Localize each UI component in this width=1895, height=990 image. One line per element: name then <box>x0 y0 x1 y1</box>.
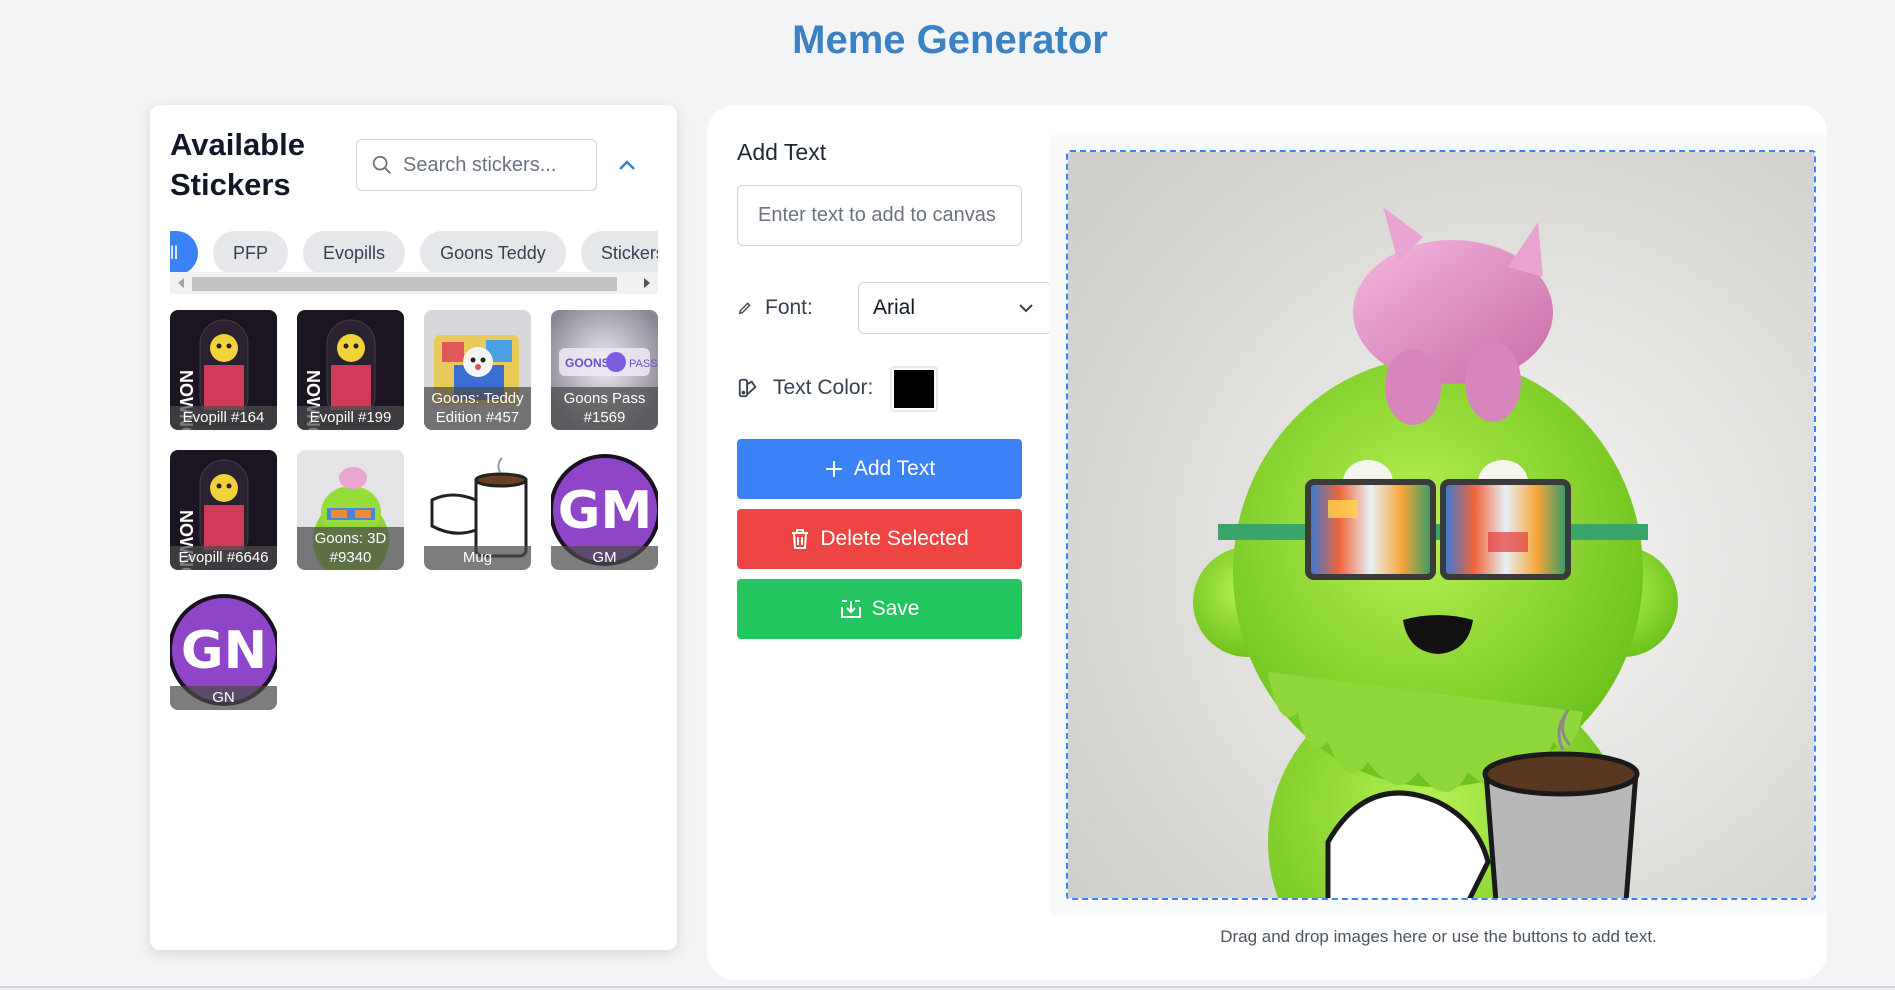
sticker-tile[interactable]: Goons: 3D #9340 <box>297 450 404 570</box>
category-chip-pfp[interactable]: PFP <box>213 231 289 275</box>
color-row: Text Color: <box>737 363 938 413</box>
font-label: Font: <box>765 296 813 319</box>
font-row: Font: Arial <box>737 282 1052 334</box>
font-select-value: Arial <box>873 296 916 319</box>
save-button[interactable]: Save <box>737 579 1022 639</box>
meme-canvas[interactable] <box>1066 150 1816 900</box>
sticker-tile[interactable]: GOONS PASS Goons Pass #1569 <box>551 310 658 430</box>
category-chip-goons-teddy[interactable]: Goons Teddy <box>420 231 566 275</box>
delete-selected-button-label: Delete Selected <box>820 527 969 550</box>
svg-text:GN: GN <box>181 621 267 681</box>
palette-icon <box>738 378 757 398</box>
category-chip-stickers[interactable]: Stickers <box>580 231 658 275</box>
category-scrollbar[interactable] <box>170 272 658 294</box>
sticker-label: GN <box>170 686 277 710</box>
add-text-button[interactable]: Add Text <box>737 439 1022 499</box>
svg-text:GOONS: GOONS <box>565 356 610 370</box>
chevron-down-icon <box>1019 304 1033 313</box>
add-text-button-label: Add Text <box>853 457 936 480</box>
scroll-right-arrow-icon[interactable] <box>644 278 650 288</box>
goon-character-image[interactable] <box>1068 152 1814 898</box>
svg-text:GM: GM <box>558 481 652 541</box>
editor-panel: Add Text Font: Arial Text Color: Add Tex… <box>707 105 1827 980</box>
chevron-up-icon <box>619 160 635 170</box>
sticker-label: Evopill #199 <box>297 406 404 430</box>
canvas-hint: Drag and drop images here or use the but… <box>1220 927 1657 946</box>
category-chip-evopills[interactable]: Evopills <box>303 231 406 275</box>
font-select[interactable]: Arial <box>858 282 1052 334</box>
sticker-tile[interactable]: Mug <box>424 450 531 570</box>
sticker-tile[interactable]: GM GM <box>551 450 658 570</box>
sticker-tile[interactable]: GN GN <box>170 590 277 710</box>
sticker-search-box[interactable] <box>356 139 597 191</box>
sticker-label: Goons: Teddy Edition #457 <box>424 387 531 430</box>
stickers-panel: Available Stickers All PFP Evopills Goon… <box>150 105 677 950</box>
plus-icon <box>825 461 842 477</box>
pencil-icon <box>738 302 751 315</box>
scroll-left-arrow-icon[interactable] <box>178 278 184 288</box>
add-text-heading: Add Text <box>737 139 827 165</box>
text-color-picker[interactable] <box>890 366 938 412</box>
sticker-label: Goons: 3D #9340 <box>297 527 404 570</box>
sticker-label: GM <box>551 546 658 570</box>
page-title: Meme Generator <box>792 18 1108 62</box>
page-divider <box>0 986 1895 988</box>
sticker-label: Evopill #6646 <box>170 546 277 570</box>
svg-text:PASS: PASS <box>629 358 658 370</box>
sticker-tile[interactable]: NOWNO Evopill #164 <box>170 310 277 430</box>
text-input[interactable] <box>737 185 1022 246</box>
trash-icon <box>792 529 809 549</box>
sticker-label: Evopill #164 <box>170 406 277 430</box>
text-color-label: Text Color: <box>773 376 874 399</box>
delete-selected-button[interactable]: Delete Selected <box>737 509 1022 569</box>
stickers-panel-title: Available Stickers <box>170 127 305 202</box>
sticker-label: Goons Pass #1569 <box>551 387 658 430</box>
sticker-search-input[interactable] <box>403 153 583 177</box>
sticker-tile[interactable]: NOWNO Evopill #6646 <box>170 450 277 570</box>
sticker-tile[interactable]: NOWNO Evopill #199 <box>297 310 404 430</box>
search-icon <box>372 155 391 174</box>
sticker-tile[interactable]: Goons: Teddy Edition #457 <box>424 310 531 430</box>
save-button-label: Save <box>871 597 920 620</box>
sticker-grid: NOWNO Evopill #164 NOWNO Evopill #199 Go… <box>170 310 658 710</box>
download-icon <box>840 600 861 618</box>
scrollbar-thumb[interactable] <box>192 277 617 291</box>
category-chip-all[interactable]: All <box>170 231 199 275</box>
sticker-label: Mug <box>424 546 531 570</box>
canvas-area <box>1050 135 1827 915</box>
color-swatch-fill <box>894 370 934 408</box>
collapse-button[interactable] <box>612 151 642 181</box>
